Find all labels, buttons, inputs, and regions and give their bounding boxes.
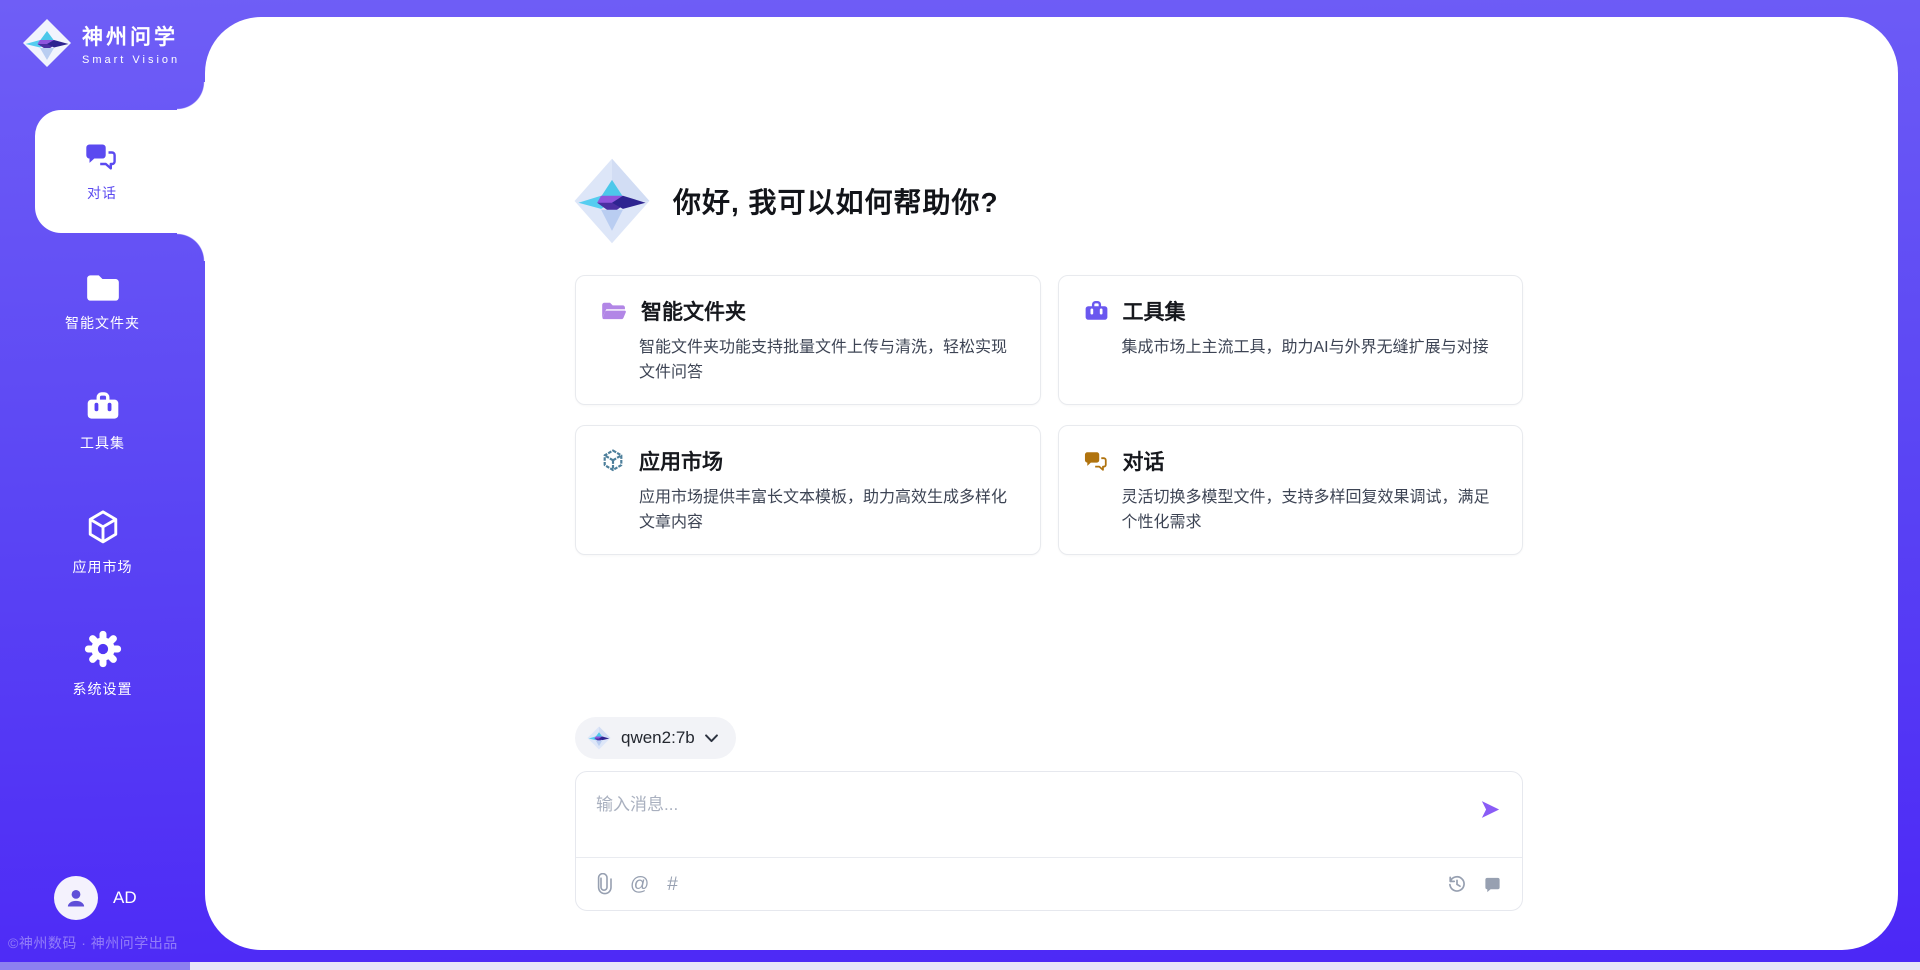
briefcase-icon (84, 390, 122, 424)
toolbox-icon (1083, 299, 1110, 324)
card-chat[interactable]: 对话 灵活切换多模型文件，支持多样回复效果调试，满足个性化需求 (1058, 425, 1524, 555)
card-smart-folder[interactable]: 智能文件夹 智能文件夹功能支持批量文件上传与清洗，轻松实现文件问答 (575, 275, 1041, 405)
tab-curve-top (177, 82, 205, 110)
history-button[interactable] (1447, 874, 1467, 894)
greeting-title: 你好, 我可以如何帮助你? (673, 181, 999, 221)
sidebar-item-label: 智能文件夹 (65, 313, 140, 333)
greeting: 你好, 我可以如何帮助你? (573, 157, 999, 245)
brand-name: 神州问学 (82, 21, 180, 51)
model-selector[interactable]: qwen2:7b (575, 717, 736, 759)
hash-icon: # (667, 875, 678, 894)
feedback-button[interactable] (1483, 875, 1502, 894)
folder-icon (84, 272, 122, 304)
card-description: 智能文件夹功能支持批量文件上传与清洗，轻松实现文件问答 (639, 336, 1016, 386)
mention-button[interactable]: @ (630, 875, 649, 894)
message-input[interactable] (596, 790, 1446, 848)
card-title: 对话 (1123, 446, 1165, 476)
chat-icon (83, 140, 121, 174)
message-composer: @ # (575, 771, 1523, 911)
composer-toolbar: @ # (576, 858, 1522, 910)
card-title: 智能文件夹 (641, 296, 746, 326)
send-icon (1479, 798, 1502, 821)
horizontal-scrollbar[interactable] (0, 962, 1920, 970)
topic-button[interactable]: # (667, 875, 678, 894)
sidebar-item-toolset[interactable]: 工具集 (20, 390, 185, 453)
at-icon: @ (630, 875, 649, 894)
chat-icon (1083, 449, 1110, 474)
sidebar-item-smart-folder[interactable]: 智能文件夹 (20, 272, 185, 333)
main-panel: 你好, 我可以如何帮助你? 智能文件夹 智能文件夹功能支持批量文件上传与清洗，轻… (205, 17, 1898, 950)
user-name: AD (113, 888, 137, 908)
cube-icon (600, 448, 626, 474)
sidebar-item-settings[interactable]: 系统设置 (20, 628, 185, 699)
sidebar-item-label: 应用市场 (73, 557, 133, 577)
sidebar-item-app-market[interactable]: 应用市场 (20, 508, 185, 577)
folder-open-icon (600, 298, 628, 324)
chevron-down-icon (705, 734, 718, 743)
brand-subtitle: Smart Vision (82, 54, 180, 66)
card-toolset[interactable]: 工具集 集成市场上主流工具，助力AI与外界无缝扩展与对接 (1058, 275, 1524, 405)
card-description: 灵活切换多模型文件，支持多样回复效果调试，满足个性化需求 (1122, 486, 1499, 536)
person-icon (63, 885, 89, 911)
copyright-text: ©神州数码 · 神州问学出品 (8, 933, 178, 953)
feature-cards: 智能文件夹 智能文件夹功能支持批量文件上传与清洗，轻松实现文件问答 工具集 集成… (575, 275, 1523, 555)
card-title: 应用市场 (639, 446, 723, 476)
sidebar-item-label: 工具集 (80, 433, 125, 453)
sidebar-item-label: 对话 (87, 183, 117, 203)
brand-logo: 神州问学 Smart Vision (22, 16, 180, 70)
scrollbar-thumb[interactable] (0, 962, 190, 970)
history-clock-icon (1447, 874, 1467, 894)
tab-curve-bottom (177, 233, 205, 261)
sidebar-item-label: 系统设置 (73, 679, 133, 699)
user-profile[interactable]: AD (54, 876, 137, 920)
avatar (54, 876, 98, 920)
chat-bubble-icon (1483, 875, 1502, 894)
model-diamond-icon (587, 725, 611, 751)
cube-icon (82, 508, 124, 548)
brand-diamond-icon (22, 16, 72, 70)
card-description: 应用市场提供丰富长文本模板，助力高效生成多样化文章内容 (639, 486, 1016, 536)
gear-icon (82, 628, 124, 670)
card-app-market[interactable]: 应用市场 应用市场提供丰富长文本模板，助力高效生成多样化文章内容 (575, 425, 1041, 555)
paperclip-icon (596, 873, 612, 895)
send-button[interactable] (1479, 798, 1502, 824)
attach-file-button[interactable] (596, 873, 612, 895)
assistant-diamond-icon (573, 157, 651, 245)
card-description: 集成市场上主流工具，助力AI与外界无缝扩展与对接 (1122, 336, 1499, 361)
sidebar-item-chat[interactable]: 对话 (35, 110, 205, 233)
card-title: 工具集 (1123, 296, 1186, 326)
model-name: qwen2:7b (621, 728, 695, 748)
